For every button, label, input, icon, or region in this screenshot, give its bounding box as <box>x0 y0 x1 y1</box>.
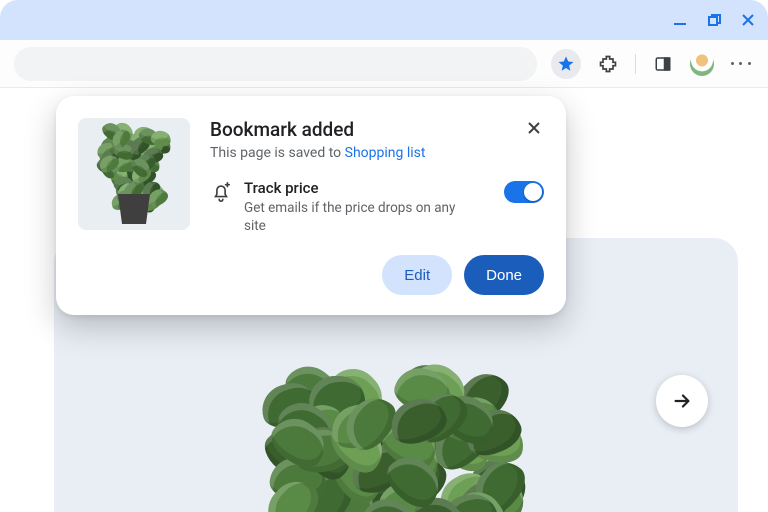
popup-close-button[interactable] <box>522 116 546 140</box>
address-bar[interactable] <box>14 47 537 81</box>
window-restore-icon[interactable] <box>706 12 722 28</box>
popup-title: Bookmark added <box>210 118 544 141</box>
track-price-description: Get emails if the price drops on any sit… <box>244 199 474 235</box>
track-price-row: Track price Get emails if the price drop… <box>210 179 544 235</box>
bell-plus-icon <box>210 181 232 207</box>
browser-toolbar <box>0 40 768 88</box>
popup-actions: Edit Done <box>210 255 544 295</box>
extensions-icon[interactable] <box>595 51 621 77</box>
popup-subtitle: This page is saved to Shopping list <box>210 145 544 161</box>
done-button[interactable]: Done <box>464 255 544 295</box>
profile-avatar[interactable] <box>690 52 714 76</box>
browser-window: Bookmark added This page is saved to Sho… <box>0 0 768 512</box>
edit-button[interactable]: Edit <box>382 255 452 295</box>
bookmark-star-button[interactable] <box>551 49 581 79</box>
toolbar-actions <box>537 49 754 79</box>
side-panel-icon[interactable] <box>650 51 676 77</box>
popup-subtitle-text: This page is saved to <box>210 145 345 161</box>
track-price-title: Track price <box>244 179 492 197</box>
track-price-toggle[interactable] <box>504 181 544 203</box>
toolbar-separator <box>635 54 636 74</box>
tab-strip <box>0 0 768 40</box>
product-plant-image <box>186 298 606 512</box>
bookmark-added-popup: Bookmark added This page is saved to Sho… <box>56 96 566 315</box>
bookmark-folder-link[interactable]: Shopping list <box>345 145 426 161</box>
carousel-next-button[interactable] <box>656 375 708 427</box>
browser-menu-icon[interactable] <box>728 51 754 77</box>
bookmark-thumbnail <box>78 118 190 230</box>
window-minimize-icon[interactable] <box>672 12 688 28</box>
window-close-icon[interactable] <box>740 12 756 28</box>
